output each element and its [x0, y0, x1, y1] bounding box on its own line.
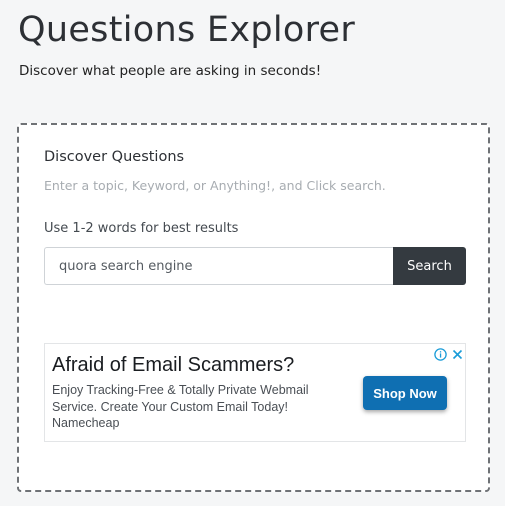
info-icon[interactable] — [434, 346, 447, 361]
discover-panel: Discover Questions Enter a topic, Keywor… — [17, 123, 490, 492]
page-subtitle: Discover what people are asking in secon… — [19, 63, 322, 79]
page-title: Questions Explorer — [18, 10, 356, 50]
ad-advertiser: Namecheap — [52, 416, 120, 430]
ad-body: Enjoy Tracking-Free & Totally Private We… — [52, 383, 309, 414]
ad-shop-now-button[interactable]: Shop Now — [363, 376, 447, 410]
panel-heading: Discover Questions — [44, 149, 185, 165]
search-form: Search — [44, 247, 466, 285]
ad-headline[interactable]: Afraid of Email Scammers? — [52, 354, 294, 377]
close-icon[interactable] — [451, 346, 464, 360]
search-input-label: Use 1-2 words for best results — [44, 221, 239, 236]
ad-banner[interactable]: Afraid of Email Scammers? Enjoy Tracking… — [44, 343, 466, 442]
search-button[interactable]: Search — [393, 247, 466, 285]
search-input[interactable] — [44, 247, 393, 285]
panel-hint: Enter a topic, Keyword, or Anything!, an… — [44, 178, 386, 193]
